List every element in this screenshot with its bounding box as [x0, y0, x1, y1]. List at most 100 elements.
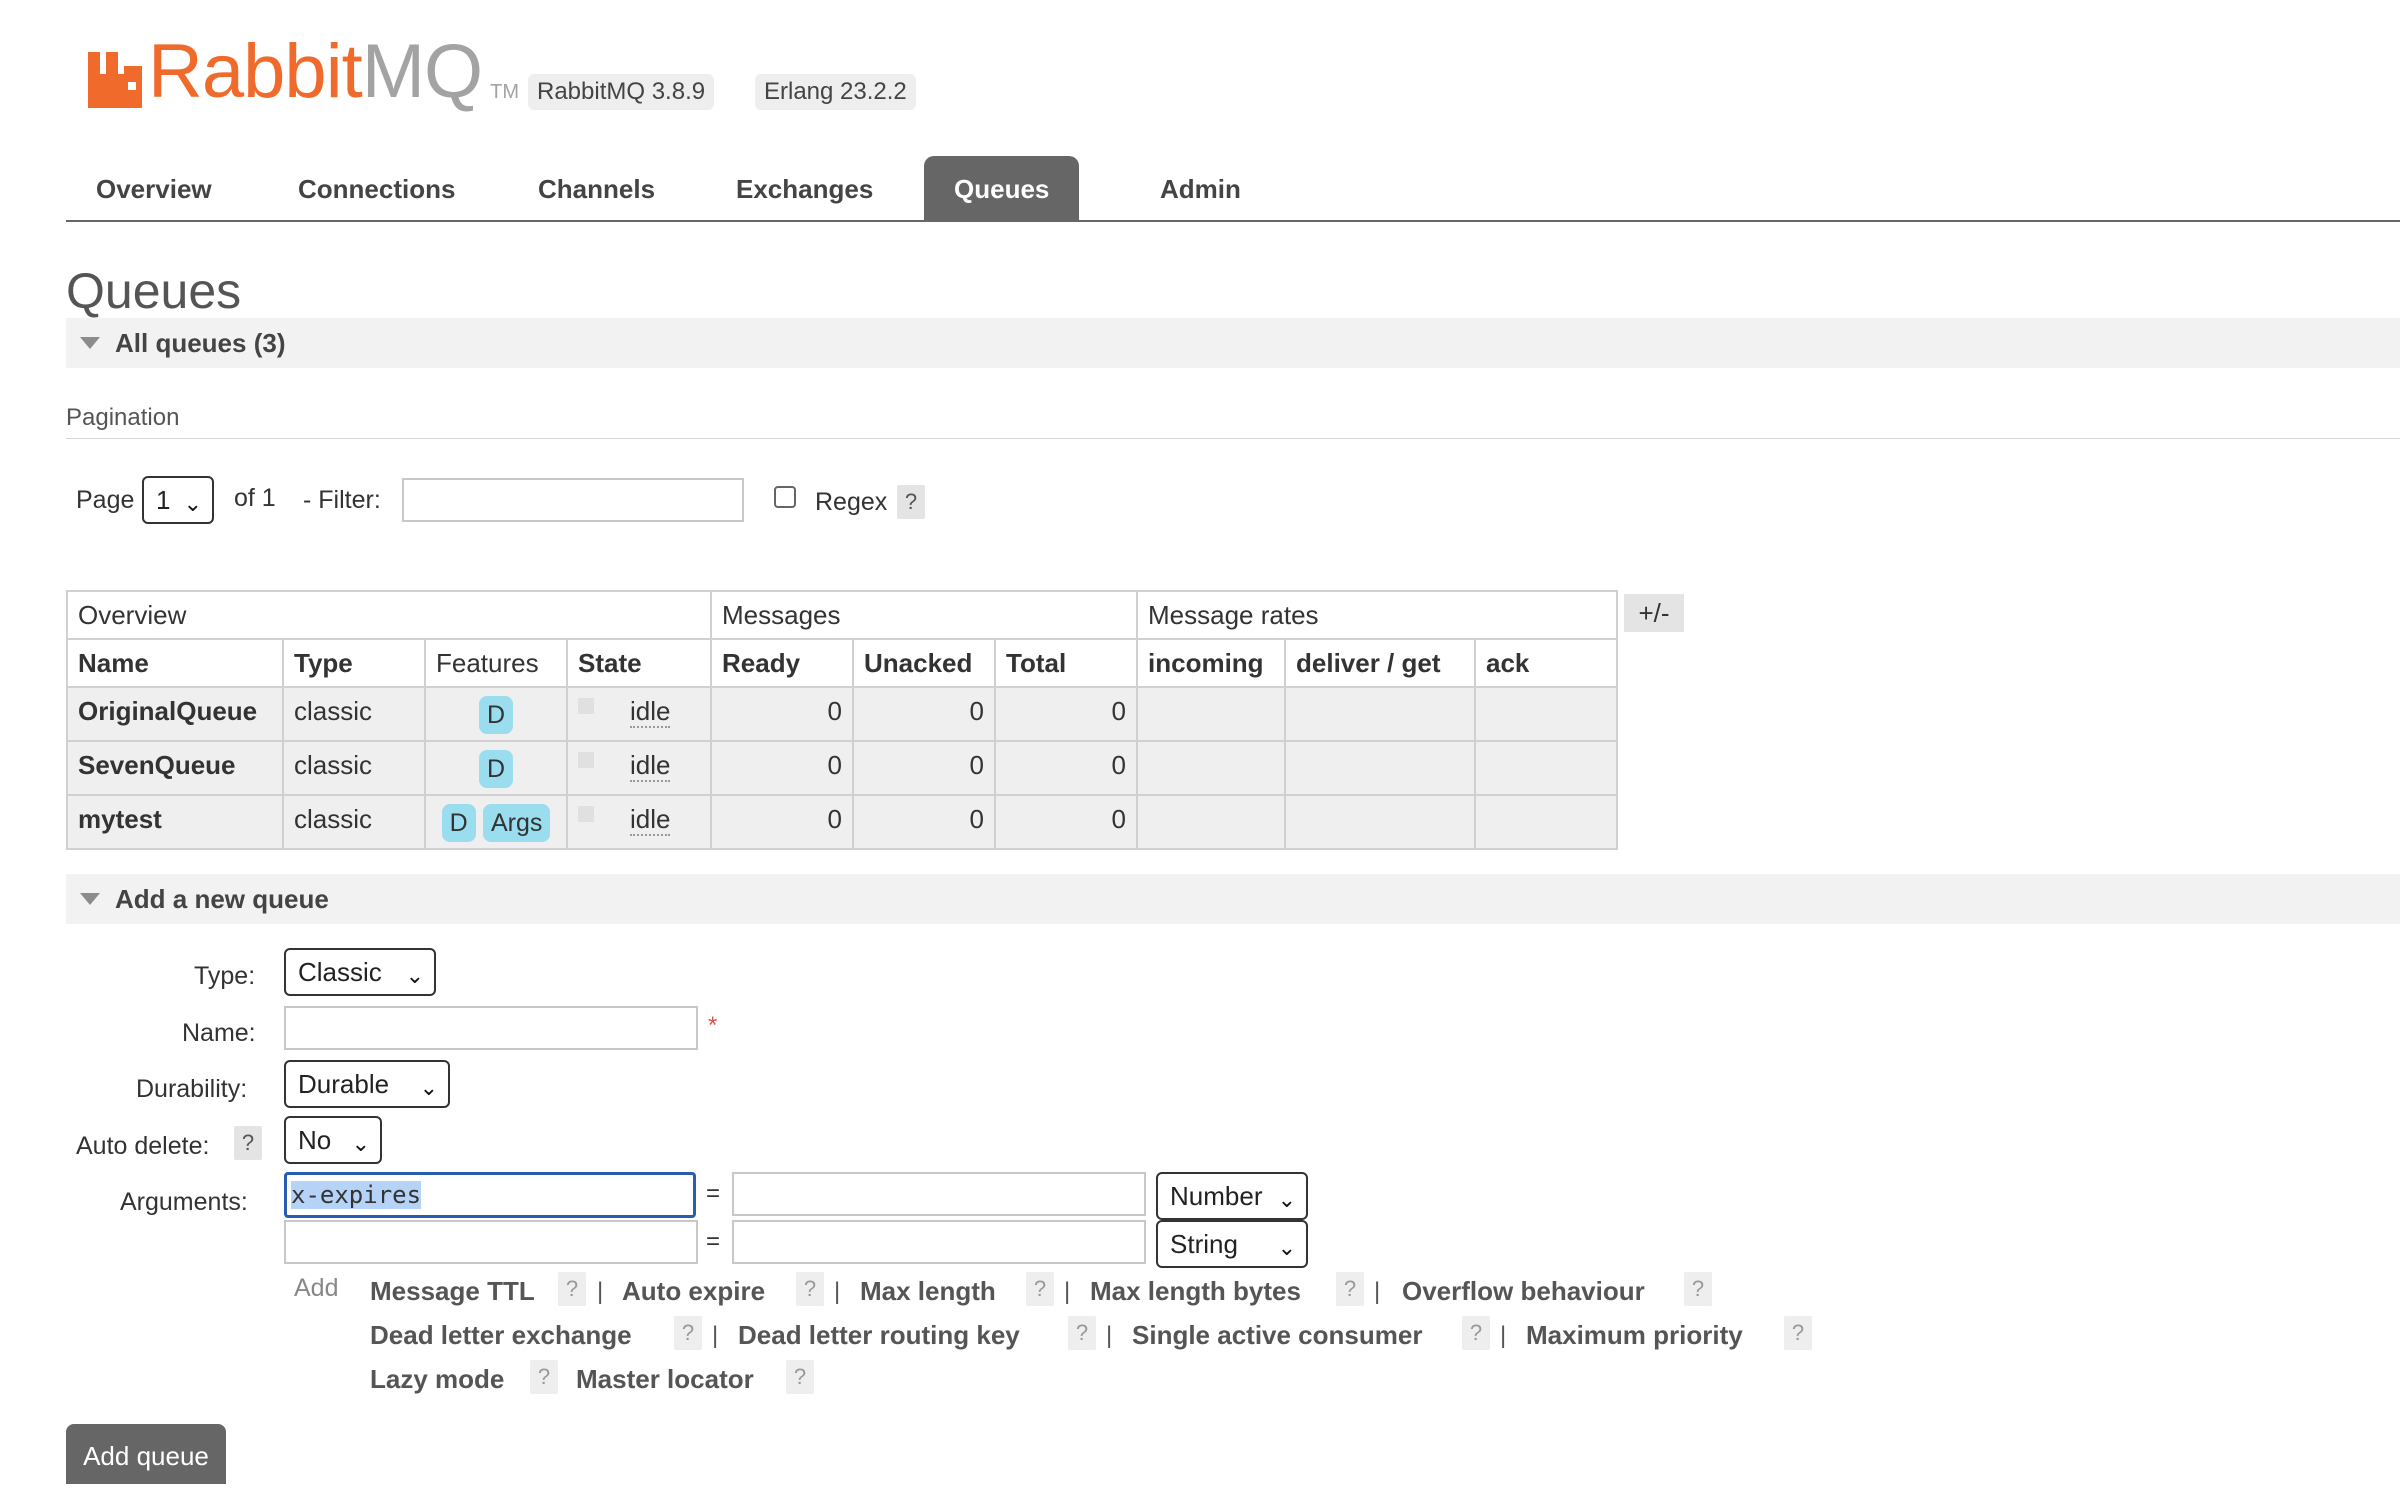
deliver-get-rate	[1284, 794, 1476, 850]
help-icon[interactable]: ?	[530, 1360, 558, 1394]
all-queues-toggle[interactable]: All queues (3)	[66, 318, 2400, 368]
column-header-unacked[interactable]: Unacked	[852, 638, 996, 688]
helper-dead-letter-routing-key[interactable]: Dead letter routing key	[738, 1320, 1020, 1351]
help-icon[interactable]: ?	[1026, 1272, 1054, 1306]
tab-admin[interactable]: Admin	[1130, 156, 1271, 220]
add-argument-label: Add	[294, 1274, 339, 1302]
main-nav: Overview Connections Channels Exchanges …	[66, 156, 2400, 222]
group-header-messages: Messages	[710, 590, 1138, 640]
helper-max-length[interactable]: Max length	[860, 1276, 996, 1307]
name-label: Name:	[182, 1019, 256, 1047]
helper-master-locator[interactable]: Master locator	[576, 1364, 754, 1395]
queue-name-link[interactable]: OriginalQueue	[66, 686, 284, 742]
separator: |	[834, 1278, 841, 1305]
total-count: 0	[994, 794, 1138, 850]
queues-table: Overview Messages Message rates Name Typ…	[66, 590, 1618, 850]
column-header-state[interactable]: State	[566, 638, 712, 688]
collapse-triangle-icon	[80, 893, 100, 905]
auto-delete-select[interactable]: No ⌄	[284, 1116, 382, 1164]
feature-badge-durable: D	[478, 696, 514, 734]
helper-overflow-behaviour[interactable]: Overflow behaviour	[1402, 1276, 1645, 1307]
separator: |	[712, 1322, 719, 1349]
filter-input[interactable]	[402, 478, 744, 522]
tab-connections[interactable]: Connections	[268, 156, 485, 220]
help-icon[interactable]: ?	[558, 1272, 586, 1306]
tab-channels[interactable]: Channels	[508, 156, 685, 220]
helper-dead-letter-exchange[interactable]: Dead letter exchange	[370, 1320, 632, 1351]
total-count: 0	[994, 686, 1138, 742]
argument-type-select[interactable]: Number ⌄	[1156, 1172, 1308, 1220]
argument-key-input[interactable]: x-expires	[284, 1172, 696, 1218]
tab-exchanges[interactable]: Exchanges	[706, 156, 903, 220]
column-header-ready[interactable]: Ready	[710, 638, 854, 688]
add-queue-button[interactable]: Add queue	[66, 1424, 226, 1484]
auto-delete-label: Auto delete:	[76, 1132, 210, 1160]
help-icon[interactable]: ?	[674, 1316, 702, 1350]
column-header-type[interactable]: Type	[282, 638, 426, 688]
separator: |	[1106, 1322, 1113, 1349]
helper-lazy-mode[interactable]: Lazy mode	[370, 1364, 504, 1395]
durability-label: Durability:	[136, 1075, 248, 1103]
state-indicator	[578, 698, 594, 715]
required-indicator: *	[708, 1012, 718, 1039]
rabbitmq-logo[interactable]: Rabbit MQ TM	[88, 34, 519, 110]
queue-name-link[interactable]: SevenQueue	[66, 740, 284, 796]
queue-name-input[interactable]	[284, 1006, 698, 1050]
state-indicator	[578, 806, 594, 823]
queue-state: idle	[566, 740, 712, 796]
helper-message-ttl[interactable]: Message TTL	[370, 1276, 535, 1307]
tab-queues[interactable]: Queues	[924, 156, 1080, 220]
argument-value-input[interactable]	[732, 1172, 1146, 1216]
deliver-get-rate	[1284, 740, 1476, 796]
page-count-label: of 1	[234, 484, 276, 512]
auto-delete-help-icon[interactable]: ?	[234, 1126, 262, 1160]
argument-type-select[interactable]: String ⌄	[1156, 1220, 1308, 1268]
queue-type-select[interactable]: Classic ⌄	[284, 948, 436, 996]
column-header-total[interactable]: Total	[994, 638, 1138, 688]
state-label: idle	[630, 696, 671, 728]
feature-badge-args[interactable]: Args	[482, 804, 551, 842]
queue-name-link[interactable]: mytest	[66, 794, 284, 850]
help-icon[interactable]: ?	[1068, 1316, 1096, 1350]
page-select-value: 1	[156, 485, 171, 515]
argument-value-input[interactable]	[732, 1220, 1146, 1264]
column-header-ack[interactable]: ack	[1474, 638, 1618, 688]
durability-select[interactable]: Durable ⌄	[284, 1060, 450, 1108]
ack-rate	[1474, 794, 1618, 850]
unacked-count: 0	[852, 686, 996, 742]
column-header-name[interactable]: Name	[66, 638, 284, 688]
separator: |	[1064, 1278, 1071, 1305]
rabbitmq-logo-icon	[88, 52, 142, 108]
ack-rate	[1474, 740, 1618, 796]
helper-auto-expire[interactable]: Auto expire	[622, 1276, 765, 1307]
column-header-incoming[interactable]: incoming	[1136, 638, 1286, 688]
ready-count: 0	[710, 740, 854, 796]
regex-checkbox[interactable]	[774, 486, 796, 508]
chevron-down-icon: ⌄	[405, 963, 424, 988]
help-icon[interactable]: ?	[786, 1360, 814, 1394]
argument-key-input[interactable]	[284, 1220, 698, 1264]
queue-features: D Args	[424, 794, 568, 850]
queue-type: classic	[282, 794, 426, 850]
help-icon[interactable]: ?	[1784, 1316, 1812, 1350]
helper-single-active-consumer[interactable]: Single active consumer	[1132, 1320, 1422, 1351]
tab-overview[interactable]: Overview	[66, 156, 242, 220]
queue-features: D	[424, 740, 568, 796]
helper-max-length-bytes[interactable]: Max length bytes	[1090, 1276, 1301, 1307]
toggle-columns-button[interactable]: +/-	[1624, 594, 1684, 632]
help-icon[interactable]: ?	[1336, 1272, 1364, 1306]
state-label: idle	[630, 804, 671, 836]
feature-badge-durable: D	[441, 804, 476, 842]
help-icon[interactable]: ?	[1684, 1272, 1712, 1306]
column-header-deliver-get[interactable]: deliver / get	[1284, 638, 1476, 688]
page-select[interactable]: 1 ⌄	[142, 476, 214, 524]
add-queue-toggle[interactable]: Add a new queue	[66, 874, 2400, 924]
group-header-message-rates: Message rates	[1136, 590, 1618, 640]
help-icon[interactable]: ?	[1462, 1316, 1490, 1350]
arguments-label: Arguments:	[120, 1188, 248, 1216]
helper-maximum-priority[interactable]: Maximum priority	[1526, 1320, 1743, 1351]
help-icon[interactable]: ?	[796, 1272, 824, 1306]
collapse-triangle-icon	[80, 337, 100, 349]
regex-help-icon[interactable]: ?	[897, 485, 925, 519]
argument-type-value: String	[1170, 1229, 1238, 1259]
